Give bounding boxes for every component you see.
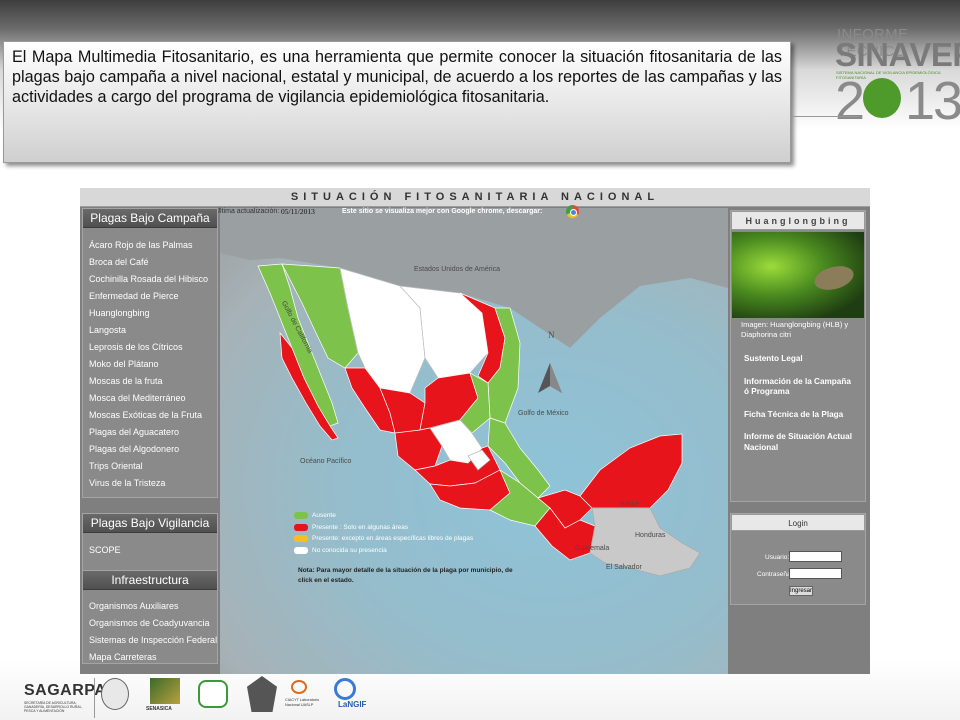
label-honduras: Honduras	[635, 532, 666, 539]
campaign-pest-link[interactable]: Moscas Exóticas de la Fruta	[83, 407, 217, 424]
username-input[interactable]	[789, 551, 842, 562]
legend-item: Presente : Solo en algunas áreas	[294, 522, 473, 534]
campaign-pest-link[interactable]: Moscas de la fruta	[83, 373, 217, 390]
legend-swatch	[294, 535, 308, 542]
legend-note: Nota: Para mayor detalle de la situación…	[298, 567, 513, 584]
infrastructure-link[interactable]: Mapa Carreteras	[83, 649, 217, 666]
campaign-pest-link[interactable]: Trips Oriental	[83, 458, 217, 475]
campaign-pest-link[interactable]: Mosca del Mediterráneo	[83, 390, 217, 407]
infrastructure-link[interactable]: Sistemas de Inspección Federal	[83, 632, 217, 649]
mexico-map[interactable]	[220, 208, 728, 674]
browser-note: Este sitio se visualiza mejor con Google…	[342, 208, 543, 215]
pest-info-link[interactable]: Sustento Legal	[731, 354, 865, 365]
login-submit-button[interactable]: Ingresar	[789, 586, 813, 596]
infrastructure-link[interactable]: Organismos Auxiliares	[83, 598, 217, 615]
legend-label: No conocida su presencia	[312, 546, 387, 554]
label-belize: Belice	[620, 501, 640, 508]
vigilance-pest-link[interactable]: SCOPE	[83, 542, 217, 559]
app-header-title: SITUACIÓN FITOSANITARIA NACIONAL	[80, 188, 870, 207]
langif-logo: LaNGIF	[338, 700, 367, 709]
pest-info-title: Huanglongbing	[731, 211, 865, 230]
legend-label: Ausente	[312, 512, 336, 519]
campaign-pest-link[interactable]: Plagas del Algodonero	[83, 441, 217, 458]
campaign-pest-list: Ácaro Rojo de las Palmas Broca del Café Co…	[83, 228, 217, 492]
campaign-pest-link[interactable]: Broca del Café	[83, 254, 217, 271]
intro-text: El Mapa Multimedia Fitosanitario, es una…	[12, 48, 782, 106]
label-el-salvador: El Salvador	[606, 564, 642, 571]
legend-item: Presente: excepto en áreas específicas l…	[294, 533, 473, 545]
pest-info-link[interactable]: Información de la Campaña ó Programa	[731, 377, 865, 398]
infrastructure-link[interactable]: Organismos de Coadyuvancia	[83, 615, 217, 632]
infrastructure-panel-title: Infraestructura	[83, 571, 217, 590]
intro-text-box: El Mapa Multimedia Fitosanitario, es una…	[3, 41, 791, 163]
logo-divider	[790, 116, 860, 117]
campaign-pests-panel: Plagas Bajo Campaña Ácaro Rojo de las Pa…	[82, 208, 218, 498]
campaign-pest-link[interactable]: Moko del Plátano	[83, 356, 217, 373]
chrome-download-icon[interactable]	[566, 205, 579, 218]
sinavef-badge-icon	[198, 680, 228, 708]
vigilance-list: SCOPE	[83, 533, 217, 559]
pest-info-links: Sustento Legal Información de la Campaña …	[731, 354, 865, 453]
legend-label: Presente : Solo en algunas áreas	[312, 523, 409, 531]
campaign-pest-link[interactable]: Enfermedad de Pierce	[83, 288, 217, 305]
campaign-pest-link[interactable]: Huanglongbing	[83, 305, 217, 322]
campaign-panel-title: Plagas Bajo Campaña	[83, 209, 217, 228]
campaign-pest-link[interactable]: Plagas del Aguacatero	[83, 424, 217, 441]
legend-item: Ausente	[294, 510, 473, 522]
langif-globe-icon	[334, 678, 356, 700]
campaign-pest-link[interactable]: Langosta	[83, 322, 217, 339]
sinavef-wordmark: SINAVEF	[835, 36, 960, 73]
year-digit-first: 2	[835, 71, 865, 131]
ciacyt-logo: CIACYT Laboratorio Nacional UASLP	[285, 698, 320, 707]
vigilance-panel-title: Plagas Bajo Vigilancia	[83, 514, 217, 533]
infrastructure-panel: Infraestructura Organismos Auxiliares Org…	[82, 570, 218, 664]
hlb-photo	[732, 232, 864, 318]
legend-swatch	[294, 546, 308, 554]
label-gulf-mexico: Golfo de México	[518, 410, 569, 417]
uaslp-crest-icon	[247, 676, 277, 712]
campaign-pest-link[interactable]: Ácaro Rojo de las Palmas	[83, 237, 217, 254]
map-area[interactable]: Estados Unidos de América Golfo de Calif…	[220, 208, 728, 674]
psyllid-insect-icon	[811, 262, 857, 294]
legend-swatch	[294, 523, 308, 531]
legend-item: No conocida su presencia	[294, 545, 473, 557]
legend-swatch	[294, 512, 308, 519]
pest-info-panel: Huanglongbing Imagen: Huanglongbing (HLB…	[730, 210, 866, 502]
map-legend: Ausente Presente : Solo en algunas áreas P…	[294, 510, 473, 556]
infrastructure-list: Organismos Auxiliares Organismos de Coady…	[83, 590, 217, 666]
pest-info-link[interactable]: Informe de Situación Actual Nacional	[731, 432, 865, 453]
username-label: Usuario:	[765, 554, 790, 561]
label-guatemala: Guatemala	[575, 545, 610, 552]
label-usa: Estados Unidos de América	[414, 266, 500, 273]
campaign-pest-link[interactable]: Leprosis de los Cítricos	[83, 339, 217, 356]
pest-info-link[interactable]: Ficha Técnica de la Plaga	[731, 410, 865, 421]
photo-caption: Imagen: Huanglongbing (HLB) y Diaphorina…	[741, 320, 849, 339]
mexico-coat-of-arms-icon	[101, 678, 129, 710]
senasica-emblem-icon	[150, 678, 180, 704]
year-zero-emblem-icon	[863, 78, 901, 118]
year-digits-rest: 13	[905, 71, 960, 131]
footer-logos: SAGARPA SECRETARÍA DE AGRICULTURA, GANAD…	[0, 670, 960, 720]
label-pacific: Océano Pacífico	[300, 458, 352, 465]
campaign-pest-link[interactable]: Virus de la Tristeza	[83, 475, 217, 492]
password-input[interactable]	[789, 568, 842, 579]
last-update-label: Ultima actualización:	[215, 208, 280, 215]
sagarpa-subtitle: SECRETARÍA DE AGRICULTURA, GANADERÍA, DE…	[24, 701, 83, 713]
compass-north-label: N	[548, 330, 555, 340]
login-panel: Login Usuario: Contraseña: Ingresar	[730, 513, 866, 605]
ciacyt-icon	[291, 680, 307, 694]
password-label: Contraseña:	[757, 571, 793, 578]
login-title: Login	[731, 514, 865, 531]
legend-label: Presente: excepto en áreas específicas l…	[312, 535, 474, 542]
senasica-logo: SENASICA	[146, 706, 172, 712]
vigilance-panel: Plagas Bajo Vigilancia SCOPE	[82, 513, 218, 571]
state-yucatan-peninsula[interactable]	[579, 433, 683, 509]
web-app-screenshot: SITUACIÓN FITOSANITARIA NACIONAL Estados…	[80, 188, 870, 674]
campaign-pest-link[interactable]: Cochinilla Rosada del Hibisco	[83, 271, 217, 288]
last-update-date: 05/11/2013	[281, 207, 315, 216]
